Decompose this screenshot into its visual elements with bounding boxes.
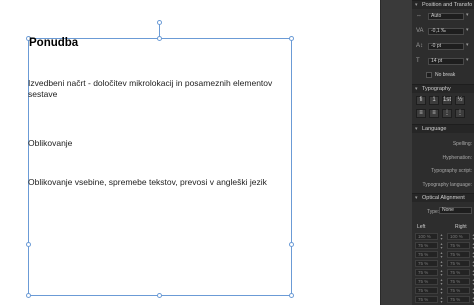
right-value-field[interactable]: 75 % [447, 269, 470, 276]
tracking-icon: ⇔ [416, 13, 422, 19]
tracking-row: ⇔ Auto ▾ [412, 12, 474, 21]
chevron-down-icon[interactable]: ▾ [466, 57, 469, 63]
right-value-field[interactable]: 75 % [447, 251, 470, 258]
stepper-icon[interactable]: ▴ ▾ [439, 278, 444, 286]
baseline-row: A↕ -0 pt ▾ [412, 42, 474, 51]
rotation-handle[interactable] [157, 20, 162, 25]
right-value-field[interactable]: 75 % [447, 287, 470, 294]
justify-icon[interactable]: ≡ [429, 109, 439, 118]
paragraph-3[interactable]: Oblikovanje vsebine, spremebe tekstov, p… [28, 177, 294, 188]
right-value-field[interactable]: 100 % [447, 233, 470, 240]
resize-handle-right[interactable] [289, 242, 294, 247]
section-typography-header[interactable]: Typography [412, 84, 474, 94]
ligature-button[interactable]: fi [416, 96, 426, 105]
optical-type-label: Type: [427, 209, 440, 215]
right-value-field[interactable]: 75 % [447, 260, 470, 267]
size-field[interactable]: 14 pt [428, 58, 464, 65]
no-break-checkbox[interactable] [426, 72, 432, 78]
left-value-field[interactable]: 75 % [415, 251, 438, 258]
resize-handle-bottom-right[interactable] [289, 293, 294, 298]
size-row: T 14 pt ▾ [412, 57, 474, 66]
baseline-icon: A↕ [416, 43, 424, 49]
resize-handle-bottom[interactable] [157, 293, 162, 298]
align-icon[interactable]: ≡ [416, 109, 426, 118]
section-language-header[interactable]: Language [412, 124, 474, 134]
stepper-icon[interactable]: ▴ ▾ [439, 287, 444, 295]
chevron-down-icon[interactable]: ▾ [466, 12, 469, 18]
document-title[interactable]: Ponudba [29, 37, 78, 49]
pasteboard-strip [380, 0, 412, 305]
typography-script-label: Typography script: [431, 168, 472, 174]
kerning-row: VA -0,1 ‰ ▾ [412, 27, 474, 36]
character-panel: Position and Transfo ⇔ Auto ▾ VA -0,1 ‰ … [412, 0, 474, 305]
kerning-field[interactable]: -0,1 ‰ [428, 28, 464, 35]
paragraph-1[interactable]: Izvedbeni načrt - določitev mikrolokacij… [28, 78, 294, 100]
typography-icons-row: ≡ ≡ ⋮ ⋮ [412, 109, 474, 119]
spelling-label: Spelling: [452, 141, 472, 147]
no-break-row: No break [412, 71, 474, 79]
resize-handle-top[interactable] [157, 36, 162, 41]
section-position-header[interactable]: Position and Transfo [412, 0, 474, 10]
subscript-icon[interactable]: ⋮ [455, 109, 465, 118]
oldstyle-button[interactable]: 1 [429, 96, 439, 105]
no-break-label: No break [435, 72, 456, 78]
right-value-field[interactable]: 75 % [447, 278, 470, 285]
stepper-icon[interactable]: ▴ ▾ [439, 242, 444, 250]
stepper-icon[interactable]: ▴ ▾ [439, 233, 444, 241]
left-value-field[interactable]: 75 % [415, 260, 438, 267]
superscript-icon[interactable]: ⋮ [442, 109, 452, 118]
resize-handle-top-right[interactable] [289, 36, 294, 41]
left-value-field[interactable]: 75 % [415, 296, 438, 303]
typography-language-label: Typography language: [422, 182, 472, 188]
left-value-field[interactable]: 100 % [415, 233, 438, 240]
ordinal-button[interactable]: 1st [442, 96, 452, 105]
left-value-field[interactable]: 75 % [415, 278, 438, 285]
tracking-field[interactable]: Auto [428, 13, 464, 20]
left-value-field[interactable]: 75 % [415, 269, 438, 276]
stepper-icon[interactable]: ▴ ▾ [439, 269, 444, 277]
stepper-icon[interactable]: ▴ ▾ [439, 296, 444, 304]
text-frame[interactable] [28, 38, 292, 296]
paragraph-2[interactable]: Oblikovanje [28, 138, 294, 149]
fraction-button[interactable]: ½ [455, 96, 465, 105]
right-value-field[interactable]: 75 % [447, 296, 470, 303]
chevron-down-icon[interactable]: ▾ [466, 42, 469, 48]
resize-handle-left[interactable] [26, 242, 31, 247]
left-column-label: Left [417, 224, 426, 230]
optical-type-dropdown[interactable]: None [439, 207, 472, 214]
right-value-field[interactable]: 75 % [447, 242, 470, 249]
section-optical-header[interactable]: Optical Alignment [412, 193, 474, 203]
typography-buttons-row: fi 1 1st ½ [412, 96, 474, 106]
font-size-icon: T [416, 58, 420, 64]
resize-handle-bottom-left[interactable] [26, 293, 31, 298]
stepper-icon[interactable]: ▴ ▾ [439, 260, 444, 268]
chevron-down-icon[interactable]: ▾ [466, 27, 469, 33]
document-canvas[interactable]: Ponudba Izvedbeni načrt - določitev mikr… [0, 0, 380, 305]
kerning-icon: VA [416, 28, 424, 34]
stepper-icon[interactable]: ▴ ▾ [439, 251, 444, 259]
right-column-label: Right [455, 224, 467, 230]
left-value-field[interactable]: 75 % [415, 287, 438, 294]
baseline-field[interactable]: -0 pt [428, 43, 464, 50]
hyphenation-label: Hyphenation: [442, 155, 472, 161]
left-value-field[interactable]: 75 % [415, 242, 438, 249]
